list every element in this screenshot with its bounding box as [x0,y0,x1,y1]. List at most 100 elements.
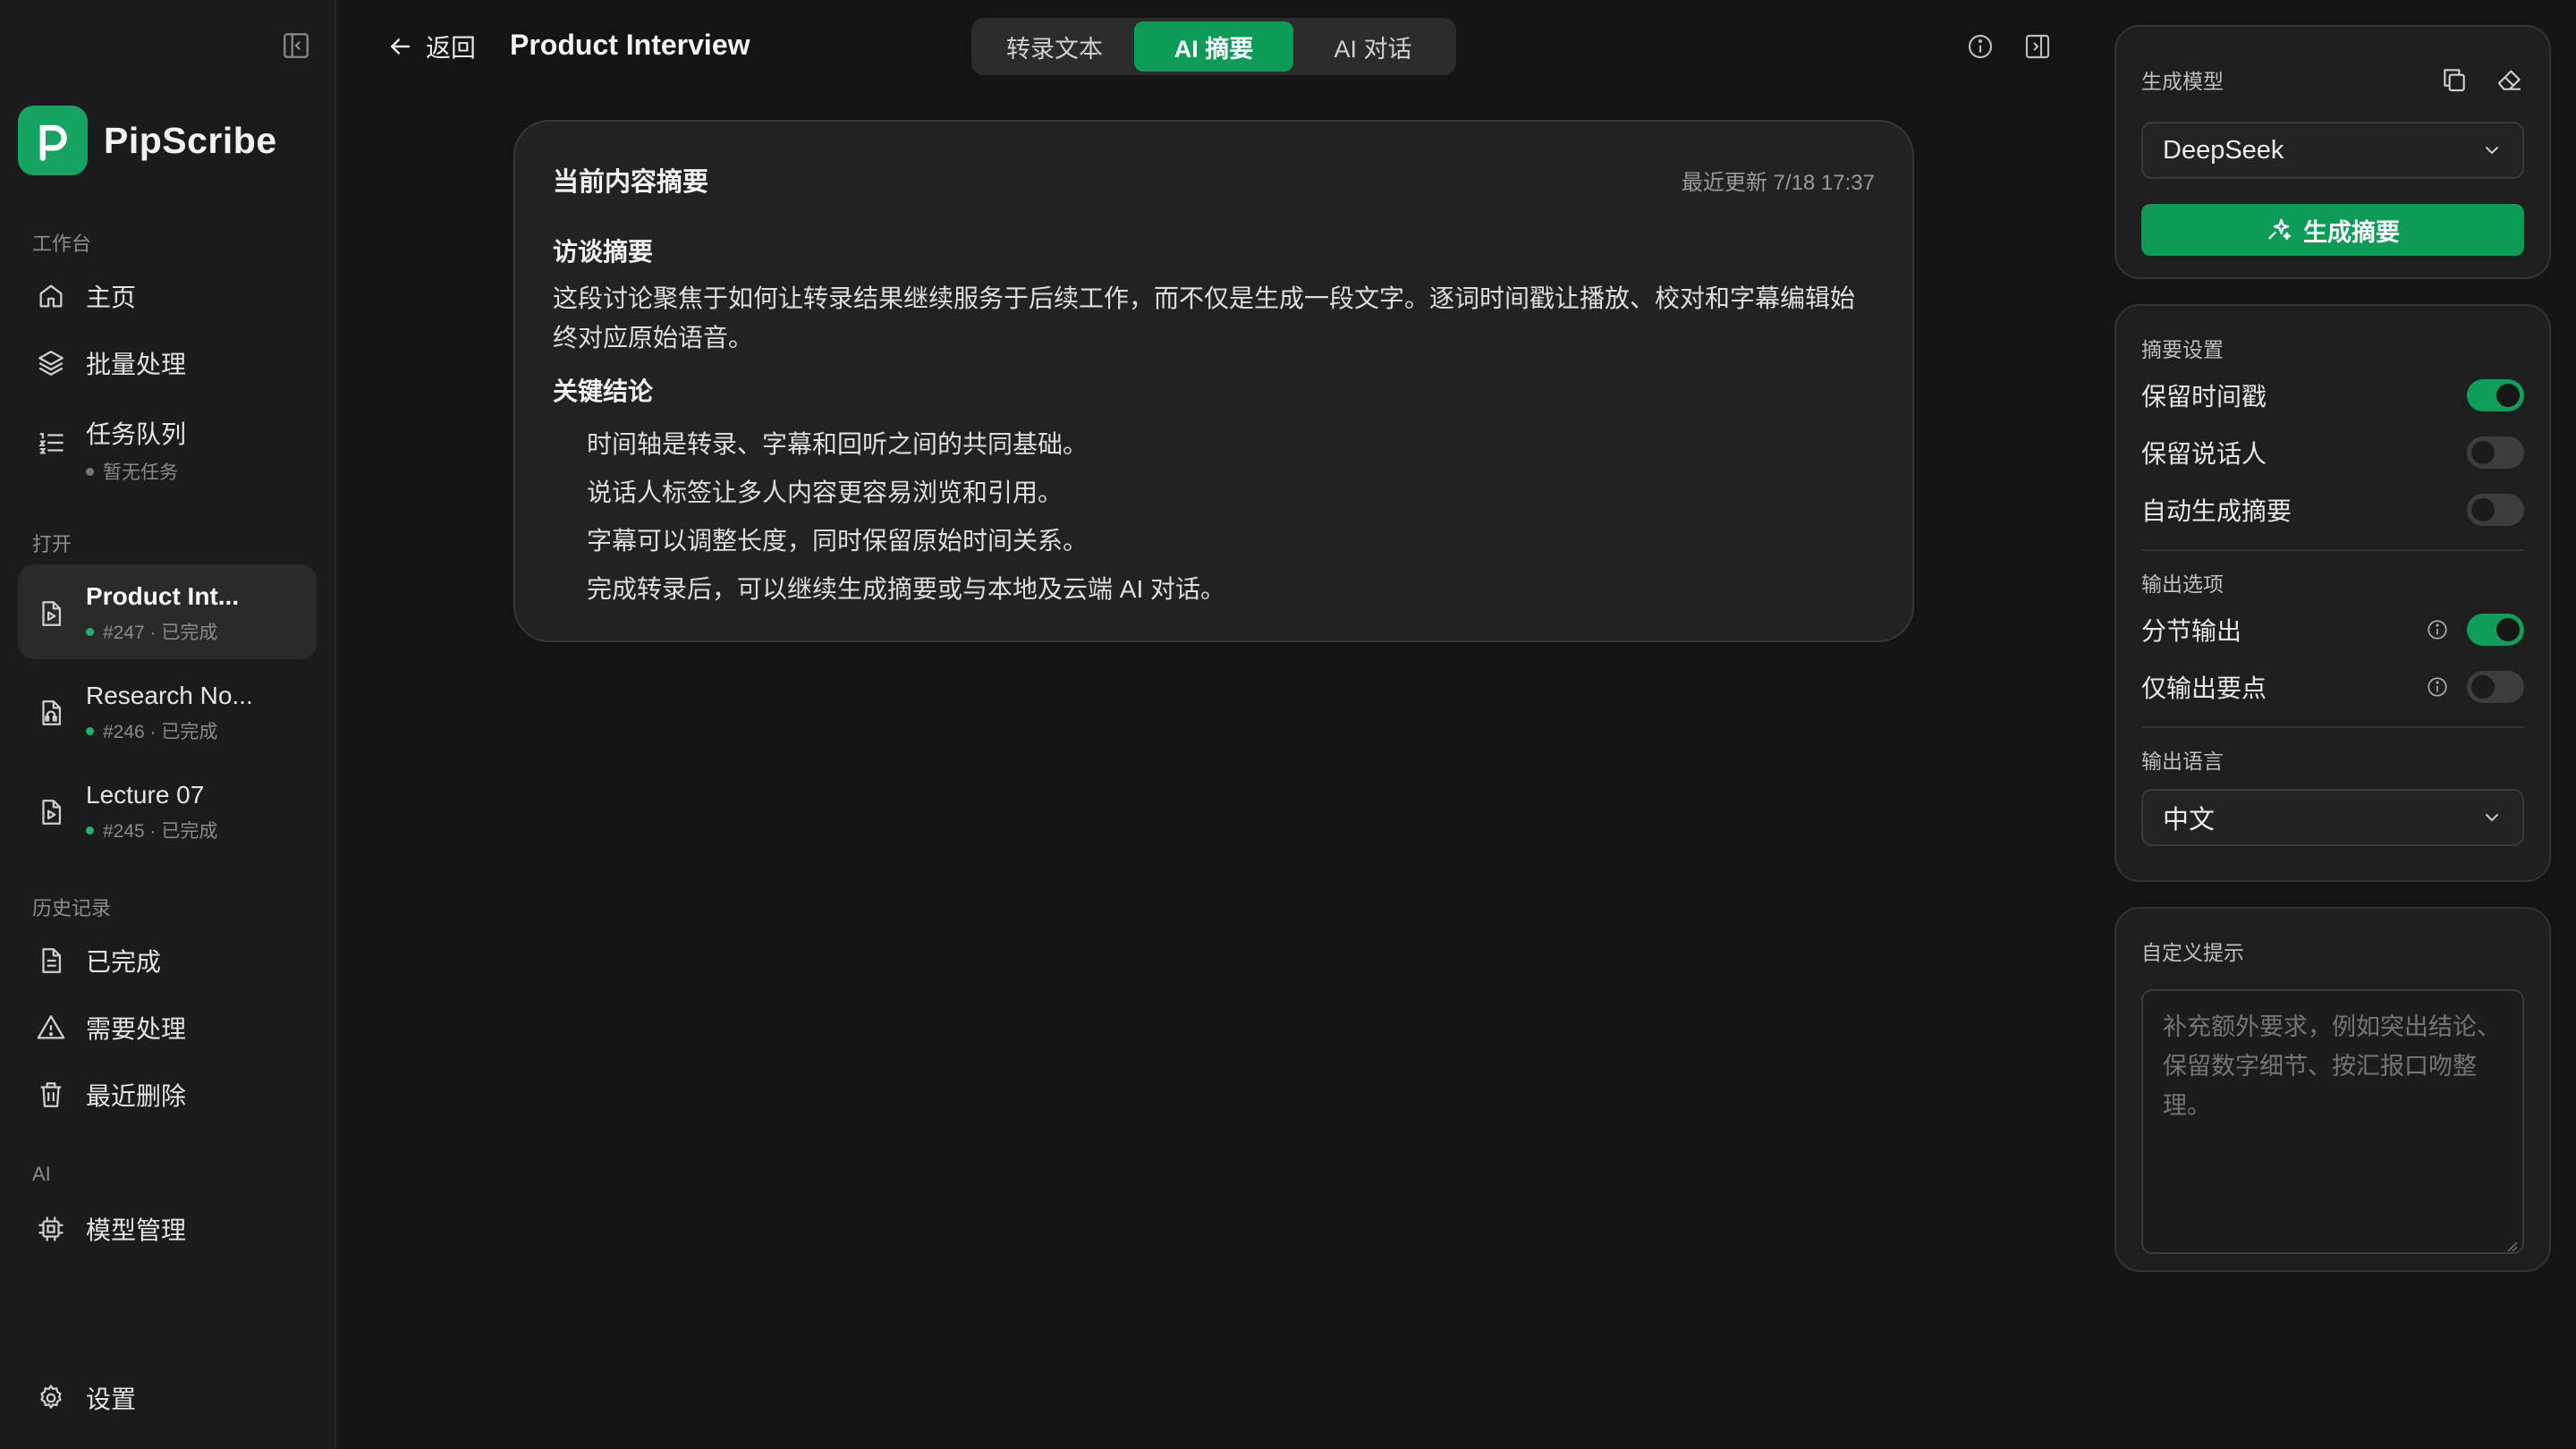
sidebar-item-completed[interactable]: 已完成 [18,931,317,990]
key-points-only-toggle[interactable] [2467,671,2524,703]
sidebar-item-needs-attention[interactable]: 需要处理 [18,998,317,1057]
custom-prompt-panel: 自定义提示 [2114,907,2551,1272]
option-label: 自动生成摘要 [2141,497,2292,525]
keep-timestamps-toggle[interactable] [2467,379,2524,411]
generate-summary-button[interactable]: 生成摘要 [2141,204,2524,256]
tab-transcript[interactable]: 转录文本 [975,21,1134,72]
resize-handle-icon[interactable] [2504,1239,2519,1253]
overview-text: 这段讨论聚焦于如何让转录结果继续服务于后续工作，而不仅是生成一段文字。逐词时间戳… [553,284,1856,352]
sidebar-item-label: 批量处理 [86,351,187,378]
back-button[interactable]: 返回 [386,29,476,64]
option-key-points-only: 仅输出要点 [2141,658,2524,716]
section-history: 历史记录 [32,897,112,919]
section-workspace: 工作台 [32,233,92,255]
list-item: 完成转录后，可以继续生成摘要或与本地及云端 AI 对话。 [587,575,1226,603]
file-meta: #246 · 已完成 [86,717,253,744]
chevron-down-icon [2481,140,2503,161]
model-label: 生成模型 [2141,70,2224,93]
app-logo-icon [18,106,88,175]
option-keep-speakers: 保留说话人 [2141,424,2524,481]
summary-updated-time: 最近更新 7/18 17:37 [1681,170,1875,195]
app-name: PipScribe [104,119,277,161]
sidebar-item-label: 最近删除 [86,1082,187,1110]
collapse-sidebar-icon[interactable] [281,30,311,61]
section-open: 打开 [32,533,72,555]
file-audio-icon [36,698,66,728]
sidebar-item-label: 已完成 [86,948,162,976]
section-ai: AI [32,1163,51,1185]
file-meta: #245 · 已完成 [86,817,217,843]
file-video-icon [36,598,66,629]
sidebar-item-settings[interactable]: 设置 [18,1368,317,1428]
file-name: Lecture 07 [86,781,205,809]
sidebar-item-model-management[interactable]: 模型管理 [18,1199,317,1258]
info-icon[interactable] [2426,618,2449,641]
output-language-label: 输出语言 [2141,750,2224,773]
conclusions-list: 时间轴是转录、字幕和回听之间的共同基础。 说话人标签让多人内容更容易浏览和引用。… [553,420,1875,614]
page-title: Product Interview [510,29,750,61]
option-label: 仅输出要点 [2141,674,2267,702]
chip-icon [36,1214,66,1244]
queue-status: 暂无任务 [86,458,186,485]
auto-summary-toggle[interactable] [2467,494,2524,526]
sidebar-item-recently-deleted[interactable]: 最近删除 [18,1065,317,1124]
open-file-product-interview[interactable]: Product Int... #247 · 已完成 [18,564,317,659]
keep-speakers-toggle[interactable] [2467,436,2524,469]
eraser-icon[interactable] [2496,65,2524,94]
open-file-lecture-07[interactable]: Lecture 07 #245 · 已完成 [18,763,317,858]
custom-prompt-label: 自定义提示 [2141,941,2244,964]
sidebar: PipScribe 工作台 主页 批量处理 任务队列 暂无任务 打开 Produ… [0,0,336,1449]
tab-ai-chat[interactable]: AI 对话 [1293,21,1453,72]
toggle-right-panel-icon[interactable] [2023,32,2052,61]
option-label: 保留说话人 [2141,440,2267,468]
sidebar-item-batch[interactable]: 批量处理 [18,334,317,393]
file-name: Research No... [86,682,253,709]
summary-title: 当前内容摘要 [553,168,709,197]
language-select-value: 中文 [2163,806,2216,835]
divider [2141,726,2524,728]
summary-settings-label: 摘要设置 [2141,338,2224,361]
file-meta: #247 · 已完成 [86,618,239,645]
list-item: 说话人标签让多人内容更容易浏览和引用。 [587,479,1063,506]
sidebar-item-home[interactable]: 主页 [18,267,317,326]
sidebar-item-label: 设置 [86,1385,137,1413]
file-video-icon [36,797,66,827]
info-icon[interactable] [1966,32,1995,61]
list-item: 时间轴是转录、字幕和回听之间的共同基础。 [587,430,1089,458]
summary-card: 当前内容摘要 最近更新 7/18 17:37 访谈摘要 这段讨论聚焦于如何让转录… [513,120,1914,642]
info-icon[interactable] [2426,675,2449,699]
summary-settings-panel: 摘要设置 保留时间戳 保留说话人 自动生成摘要 输出选项 分节输出 仅输出要点 … [2114,304,2551,882]
warning-icon [36,1013,66,1043]
sparkle-icon [2266,216,2292,243]
model-select[interactable]: DeepSeek [2141,122,2524,179]
conclusions-heading: 关键结论 [553,377,654,405]
brand: PipScribe [18,106,277,175]
output-options-label: 输出选项 [2141,572,2224,596]
back-label: 返回 [426,34,477,62]
option-label: 分节输出 [2141,617,2242,645]
tab-ai-summary[interactable]: AI 摘要 [1134,21,1293,72]
layers-icon [36,348,66,378]
sectioned-output-toggle[interactable] [2467,614,2524,646]
divider [2141,549,2524,551]
copy-icon[interactable] [2440,65,2469,94]
model-panel: 生成模型 DeepSeek 生成摘要 [2114,25,2551,279]
option-keep-timestamps: 保留时间戳 [2141,367,2524,424]
option-label: 保留时间戳 [2141,383,2267,411]
chevron-down-icon [2481,807,2503,828]
model-select-value: DeepSeek [2163,135,2284,165]
custom-prompt-input[interactable] [2141,989,2524,1254]
language-select[interactable]: 中文 [2141,789,2524,846]
sidebar-item-label: 主页 [86,284,137,311]
sidebar-item-label: 需要处理 [86,1015,187,1043]
option-auto-summary: 自动生成摘要 [2141,481,2524,538]
home-icon [36,281,66,311]
generate-label: 生成摘要 [2303,218,2400,246]
trash-icon [36,1080,66,1110]
sidebar-item-queue[interactable]: 任务队列 暂无任务 [18,401,317,483]
option-sectioned-output: 分节输出 [2141,601,2524,658]
file-name: Product Int... [86,582,240,610]
sidebar-item-label: 任务队列 [86,420,187,448]
gear-icon [36,1383,66,1413]
open-file-research-notes[interactable]: Research No... #246 · 已完成 [18,664,317,758]
